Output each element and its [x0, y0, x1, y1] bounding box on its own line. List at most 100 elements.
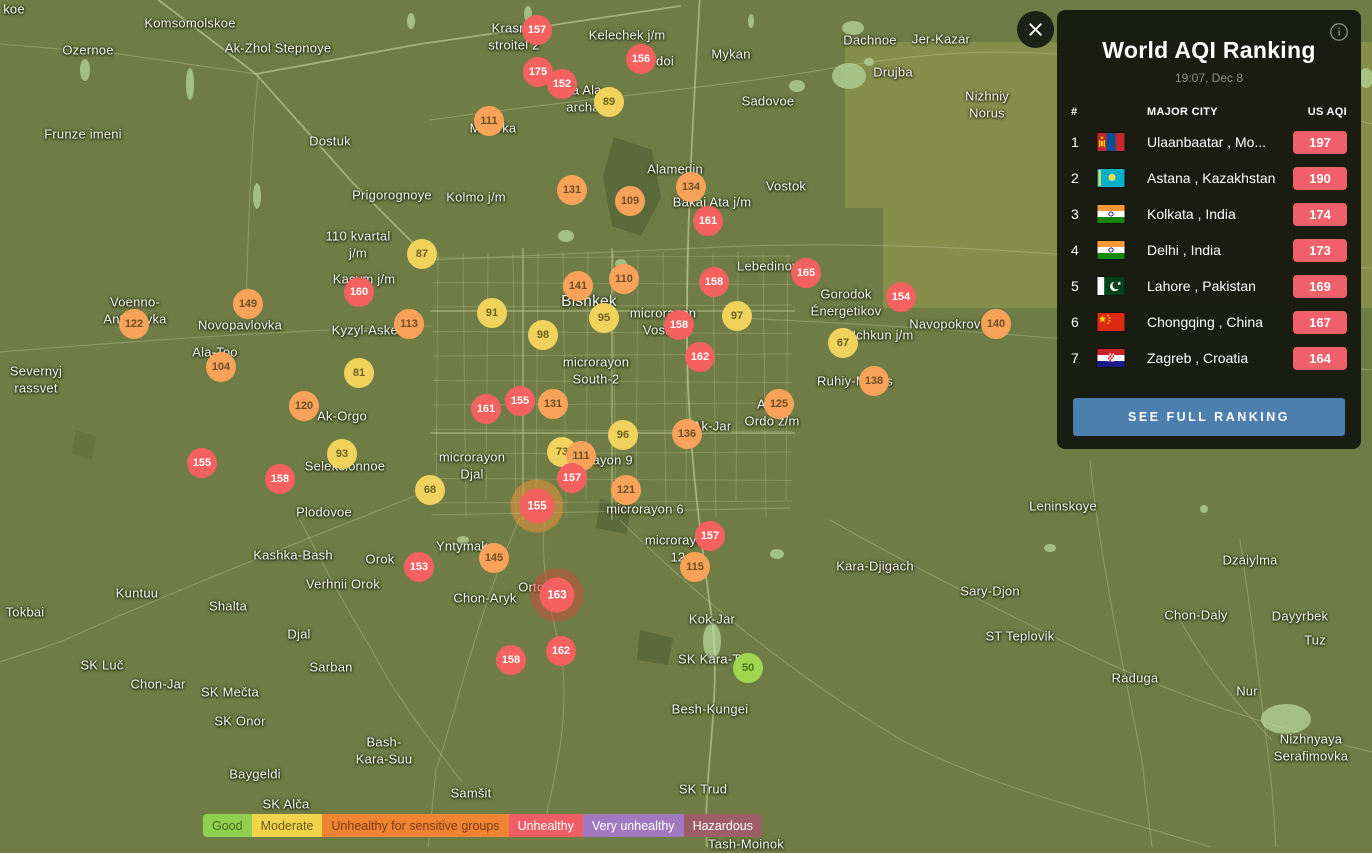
legend-item: Unhealthy — [509, 814, 583, 837]
country-flag-icon-cn — [1097, 313, 1125, 331]
aqi-marker[interactable]: 131 — [538, 389, 568, 419]
country-flag-icon-in — [1097, 205, 1125, 223]
city-name: Delhi , India — [1147, 242, 1287, 258]
ranking-row[interactable]: 6Chongqing , China167 — [1057, 304, 1361, 340]
aqi-marker[interactable]: 157 — [522, 15, 552, 45]
aqi-marker[interactable]: 98 — [528, 320, 558, 350]
rank-number: 3 — [1071, 206, 1097, 222]
aqi-marker[interactable]: 153 — [404, 552, 434, 582]
aqi-marker[interactable]: 96 — [608, 420, 638, 450]
aqi-marker[interactable]: 115 — [680, 552, 710, 582]
aqi-marker[interactable]: 160 — [344, 277, 374, 307]
city-name: Zagreb , Croatia — [1147, 350, 1287, 366]
world-aqi-ranking-panel: World AQI Ranking 19:07, Dec 8 # MAJOR C… — [1057, 10, 1361, 449]
aqi-marker[interactable]: 163 — [540, 578, 575, 613]
ranking-row[interactable]: 2Astana , Kazakhstan190 — [1057, 160, 1361, 196]
panel-timestamp: 19:07, Dec 8 — [1057, 71, 1361, 85]
aqi-marker[interactable]: 138 — [859, 366, 889, 396]
city-name: Chongqing , China — [1147, 314, 1287, 330]
aqi-marker[interactable]: 89 — [594, 87, 624, 117]
aqi-value-badge: 164 — [1293, 347, 1347, 370]
aqi-marker[interactable]: 161 — [693, 206, 723, 236]
legend-item: Moderate — [252, 814, 323, 837]
aqi-marker[interactable]: 145 — [479, 543, 509, 573]
country-flag-icon-hr — [1097, 349, 1125, 367]
aqi-marker[interactable]: 149 — [233, 289, 263, 319]
legend-item: Good — [203, 814, 252, 837]
aqi-marker[interactable]: 67 — [828, 328, 858, 358]
city-name: Ulaanbaatar , Mo... — [1147, 134, 1287, 150]
aqi-marker[interactable]: 50 — [733, 653, 763, 683]
info-icon[interactable] — [1329, 22, 1349, 42]
column-aqi: US AQI — [1287, 106, 1347, 118]
aqi-marker[interactable]: 156 — [626, 44, 656, 74]
aqi-marker[interactable]: 158 — [664, 310, 694, 340]
column-city: MAJOR CITY — [1147, 106, 1287, 118]
legend-item: Very unhealthy — [583, 814, 684, 837]
aqi-marker[interactable]: 158 — [265, 464, 295, 494]
aqi-marker[interactable]: 91 — [477, 298, 507, 328]
rank-number: 5 — [1071, 278, 1097, 294]
ranking-row[interactable]: 7 Zagreb , Croatia 164 — [1057, 340, 1361, 376]
aqi-marker[interactable]: 155 — [187, 448, 217, 478]
ranking-row[interactable]: 5Lahore , Pakistan169 — [1057, 268, 1361, 304]
ranking-row[interactable]: 4Delhi , India173 — [1057, 232, 1361, 268]
aqi-marker[interactable]: 161 — [471, 394, 501, 424]
rank-number: 2 — [1071, 170, 1097, 186]
aqi-marker[interactable]: 125 — [764, 389, 794, 419]
aqi-marker[interactable]: 110 — [609, 264, 639, 294]
country-flag-icon-pk — [1097, 277, 1125, 295]
aqi-marker[interactable]: 81 — [344, 358, 374, 388]
aqi-marker[interactable]: 158 — [496, 645, 526, 675]
aqi-marker[interactable]: 113 — [394, 309, 424, 339]
rank-number: 1 — [1071, 134, 1097, 150]
ranking-header-row: # MAJOR CITY US AQI — [1057, 106, 1361, 118]
see-full-ranking-button[interactable]: SEE FULL RANKING — [1073, 398, 1345, 436]
aqi-marker[interactable]: 140 — [981, 309, 1011, 339]
aqi-marker[interactable]: 158 — [699, 267, 729, 297]
aqi-marker[interactable]: 162 — [685, 342, 715, 372]
aqi-marker[interactable]: 104 — [206, 352, 236, 382]
aqi-marker[interactable]: 121 — [611, 475, 641, 505]
aqi-marker[interactable]: 109 — [615, 186, 645, 216]
aqi-value-badge: 174 — [1293, 203, 1347, 226]
legend-item: Hazardous — [684, 814, 762, 837]
ranking-row[interactable]: 3 Kolkata , India 174 — [1057, 196, 1361, 232]
close-panel-button[interactable] — [1017, 11, 1054, 48]
aqi-marker[interactable]: 155 — [505, 386, 535, 416]
rank-number: 7 — [1071, 350, 1097, 366]
country-flag-icon-in — [1097, 241, 1125, 259]
aqi-legend: GoodModerateUnhealthy for sensitive grou… — [203, 814, 762, 837]
aqi-marker[interactable]: 93 — [327, 439, 357, 469]
aqi-marker[interactable]: 134 — [676, 172, 706, 202]
aqi-value-badge: 167 — [1293, 311, 1347, 334]
ranking-row[interactable]: 1 Ulaanbaatar , Mo... 197 — [1057, 124, 1361, 160]
ranking-rows: 1 Ulaanbaatar , Mo... 197 2 Astana , Kazakhs… — [1057, 124, 1361, 376]
close-icon — [1028, 22, 1043, 37]
city-name: Astana , Kazakhstan — [1147, 170, 1287, 186]
rank-number: 4 — [1071, 242, 1097, 258]
aqi-marker[interactable]: 155 — [520, 489, 555, 524]
aqi-marker[interactable]: 141 — [563, 271, 593, 301]
city-name: Kolkata , India — [1147, 206, 1287, 222]
aqi-marker[interactable]: 136 — [672, 419, 702, 449]
aqi-marker[interactable]: 157 — [695, 521, 725, 551]
panel-title: World AQI Ranking — [1057, 10, 1361, 64]
aqi-marker[interactable]: 68 — [415, 475, 445, 505]
aqi-value-badge: 169 — [1293, 275, 1347, 298]
aqi-marker[interactable]: 111 — [474, 106, 504, 136]
aqi-marker[interactable]: 122 — [119, 309, 149, 339]
aqi-value-badge: 197 — [1293, 131, 1347, 154]
aqi-marker[interactable]: 87 — [407, 239, 437, 269]
legend-item: Unhealthy for sensitive groups — [322, 814, 508, 837]
aqi-marker[interactable]: 165 — [791, 258, 821, 288]
aqi-marker[interactable]: 97 — [722, 301, 752, 331]
aqi-marker[interactable]: 152 — [547, 69, 577, 99]
aqi-marker[interactable]: 157 — [557, 463, 587, 493]
column-rank: # — [1071, 106, 1097, 118]
aqi-marker[interactable]: 131 — [557, 175, 587, 205]
aqi-marker[interactable]: 162 — [546, 636, 576, 666]
aqi-marker[interactable]: 154 — [886, 282, 916, 312]
aqi-marker[interactable]: 120 — [289, 391, 319, 421]
aqi-marker[interactable]: 95 — [589, 303, 619, 333]
